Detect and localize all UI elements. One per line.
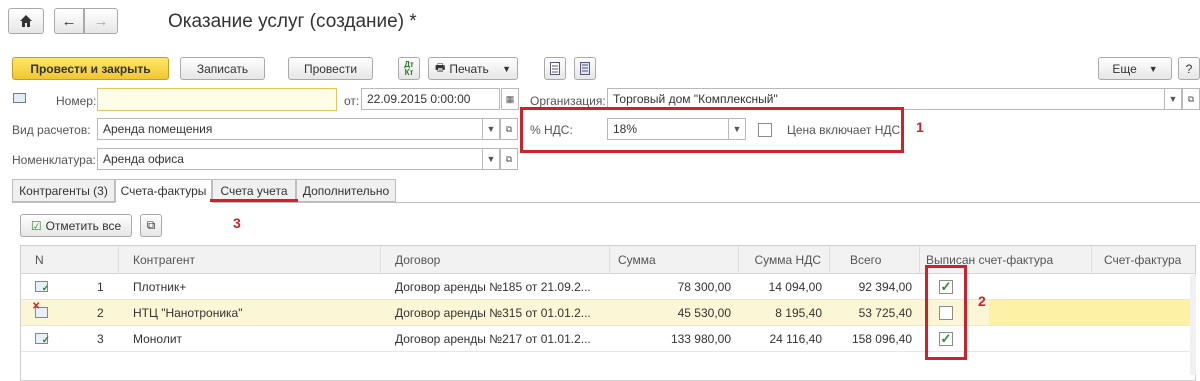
table-row[interactable]: ✓ 3 Монолит Договор аренды №217 от 01.01… (21, 326, 1195, 352)
calc-type-label: Вид расчетов: (12, 123, 91, 137)
chevron-down-icon: ▼ (486, 154, 496, 164)
table-row[interactable]: ✓ 1 Плотник+ Договор аренды №185 от 21.0… (21, 274, 1195, 300)
back-button[interactable]: ← (54, 8, 84, 34)
column-header-invoice[interactable]: Счет-фактура (1092, 246, 1195, 274)
form-list-icon (13, 93, 26, 103)
document-icon (550, 62, 560, 75)
mark-all-label: Отметить все (45, 218, 122, 233)
mark-all-button[interactable]: ☑ Отметить все (20, 214, 132, 237)
arrow-right-icon: → (93, 12, 109, 30)
date-label: от: (344, 94, 360, 108)
table-header: N Контрагент Договор Сумма Сумма НДС Все… (21, 246, 1195, 274)
column-header-sum[interactable]: Сумма (610, 246, 739, 274)
row-vat: 8 195,40 (775, 306, 822, 320)
row-invoice[interactable] (1092, 274, 1195, 300)
post-and-close-button[interactable]: Провести и закрыть (12, 57, 169, 80)
document-ok-icon: ✓ (35, 281, 48, 292)
nomenclature-dropdown-button[interactable]: ▼ (482, 148, 500, 170)
print-label: Печать (449, 61, 489, 76)
calc-type-input[interactable]: Аренда помещения (97, 118, 483, 140)
row-number: 2 (97, 306, 104, 320)
vat-highlight-box (520, 107, 904, 153)
copy-button[interactable]: ⧉ (140, 214, 162, 237)
column-header-vat[interactable]: Сумма НДС (739, 246, 830, 274)
print-button[interactable]: 🖶 Печать ▼ (428, 57, 518, 80)
row-total: 92 394,00 (858, 280, 912, 294)
row-contractor: Монолит (133, 332, 183, 346)
row-number: 1 (97, 280, 104, 294)
row-sum: 133 980,00 (670, 332, 731, 346)
nomenclature-open-button[interactable]: ⧉ (500, 148, 518, 170)
copy-icon: ⧉ (146, 218, 156, 232)
arrow-left-icon: ← (61, 12, 77, 30)
annotation-1: 1 (916, 119, 924, 135)
document-ok-icon: ✓ (35, 333, 50, 346)
row-contractor: НТЦ "Нанотроника" (133, 306, 243, 320)
chevron-down-icon: ▼ (1168, 94, 1178, 104)
row-vat: 14 094,00 (768, 280, 822, 294)
open-link-icon: ⧉ (505, 153, 513, 164)
row-total: 53 725,40 (858, 306, 912, 320)
invoices-table: N Контрагент Договор Сумма Сумма НДС Все… (20, 245, 1196, 381)
home-icon (20, 15, 32, 27)
column-header-n[interactable]: N (21, 246, 119, 274)
post-button[interactable]: Провести (288, 57, 373, 80)
window-title: Оказание услуг (создание) * (168, 11, 417, 32)
help-button[interactable]: ? (1178, 57, 1200, 80)
row-sum: 45 530,00 (677, 306, 731, 320)
accounts-tab-underline (210, 199, 298, 202)
printer-icon: 🖶 (435, 62, 446, 74)
row-sum: 78 300,00 (677, 280, 731, 294)
related-documents-button[interactable] (574, 57, 596, 80)
issued-column-highlight-box (925, 265, 967, 360)
chevron-down-icon: ▼ (1148, 63, 1158, 74)
number-label: Номер: (56, 94, 97, 108)
calc-type-open-button[interactable]: ⧉ (500, 118, 518, 140)
table-row[interactable]: ✕ 2 НТЦ "Нанотроника" Договор аренды №31… (21, 300, 1195, 326)
calc-type-dropdown-button[interactable]: ▼ (482, 118, 500, 140)
row-vat: 24 116,40 (769, 332, 823, 346)
annotation-2: 2 (978, 293, 986, 309)
more-label: Еще (1112, 61, 1137, 76)
date-input[interactable]: 22.09.2015 0:00:00 (361, 88, 500, 110)
organization-open-button[interactable]: ⧉ (1182, 88, 1200, 110)
more-button[interactable]: Еще ▼ (1098, 57, 1172, 80)
save-button[interactable]: Записать (180, 57, 265, 80)
open-link-icon: ⧉ (1187, 93, 1195, 104)
row-number: 3 (97, 332, 104, 346)
column-header-total[interactable]: Всего (830, 246, 920, 274)
tab-additional[interactable]: Дополнительно (296, 179, 396, 202)
chevron-down-icon: ▼ (502, 63, 511, 74)
document-error-icon: ✕ (32, 302, 48, 318)
tab-contractors[interactable]: Контрагенты (3) (12, 179, 115, 202)
number-input[interactable] (97, 88, 337, 111)
row-total: 158 096,40 (851, 332, 912, 346)
forward-button[interactable]: → (84, 8, 118, 34)
dt-kt-icon: Дт Кт (404, 59, 414, 77)
chevron-down-icon: ▼ (486, 124, 496, 134)
column-header-contract[interactable]: Договор (381, 246, 610, 274)
calendar-button[interactable]: ▦ (501, 88, 519, 110)
row-invoice[interactable] (1092, 300, 1195, 326)
vertical-scrollbar[interactable] (1190, 275, 1196, 375)
home-button[interactable] (8, 8, 44, 34)
row-contractor: Плотник+ (133, 280, 187, 294)
dt-kt-button[interactable]: Дт Кт (398, 57, 420, 80)
list-icon (580, 62, 590, 75)
row-invoice[interactable] (1092, 326, 1195, 352)
organization-label: Организация: (530, 94, 606, 108)
nomenclature-label: Номенклатура: (12, 153, 96, 167)
nomenclature-input[interactable]: Аренда офиса (97, 148, 483, 170)
calendar-icon: ▦ (505, 93, 515, 104)
open-link-icon: ⧉ (505, 123, 513, 134)
organization-dropdown-button[interactable]: ▼ (1164, 88, 1182, 110)
column-header-contractor[interactable]: Контрагент (119, 246, 381, 274)
tab-invoices[interactable]: Счета-фактуры (115, 179, 212, 203)
row-contract: Договор аренды №185 от 21.09.2... (395, 280, 591, 294)
annotation-3: 3 (233, 215, 241, 231)
document-structure-button[interactable] (544, 57, 566, 80)
check-list-icon: ☑ (30, 218, 42, 233)
row-contract: Договор аренды №217 от 01.01.2... (395, 332, 591, 346)
row-contract: Договор аренды №315 от 01.01.2... (395, 306, 591, 320)
